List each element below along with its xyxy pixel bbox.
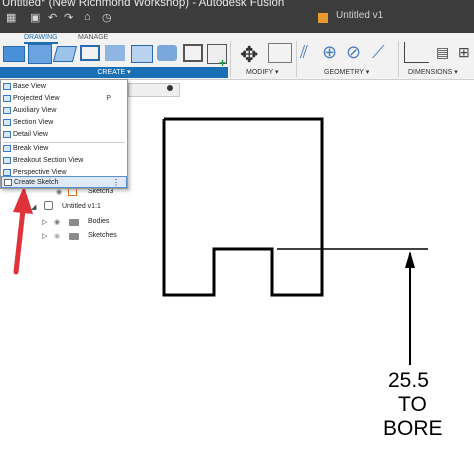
menu-item-label: Create Sketch <box>14 179 59 186</box>
menu-item-break-view[interactable]: Break View <box>1 143 127 155</box>
menu-item-label: Break View <box>13 145 49 152</box>
annotation-line-2: TO <box>398 393 427 416</box>
create-sketch-icon <box>4 179 12 186</box>
folder-icon <box>69 233 79 240</box>
menu-item-shortcut: P <box>106 95 111 102</box>
eye-icon[interactable]: ◉ <box>54 232 60 240</box>
menu-item-auxiliary-view[interactable]: Auxiliary View <box>1 105 127 117</box>
part-outline <box>162 117 324 297</box>
menu-item-base-view[interactable]: Base View <box>1 81 127 93</box>
menu-item-detail-view[interactable]: Detail View <box>1 129 127 141</box>
component-icon <box>44 201 53 210</box>
browser-sketches-folder[interactable]: Sketches <box>88 232 117 239</box>
eye-icon[interactable]: ◉ <box>54 218 60 226</box>
red-arrowhead <box>13 186 33 214</box>
menu-item-section-view[interactable]: Section View <box>1 117 127 129</box>
projected-view-icon <box>3 95 11 102</box>
breakout-section-icon <box>3 157 11 164</box>
expand-triangle-icon[interactable]: ◢ <box>31 203 36 211</box>
break-view-icon <box>3 145 11 152</box>
annotation-line-1: 25.5 <box>388 369 429 392</box>
expand-triangle-icon[interactable]: ▷ <box>42 232 47 240</box>
menu-item-breakout-section-view[interactable]: Breakout Section View <box>1 155 127 167</box>
menu-item-label: Base View <box>13 83 46 90</box>
browser-component-item[interactable]: Untitled v1:1 <box>62 203 101 210</box>
folder-icon <box>69 219 79 226</box>
menu-item-label: Breakout Section View <box>13 157 84 164</box>
red-pointer-arrow <box>13 207 26 275</box>
menu-item-create-sketch[interactable]: Create Sketch ⋮ <box>1 176 127 188</box>
menu-item-label: Detail View <box>13 131 48 138</box>
menu-item-label: Auxiliary View <box>13 107 57 114</box>
annotation-line-3: BORE <box>383 417 443 440</box>
section-view-icon <box>3 119 11 126</box>
menu-item-projected-view[interactable]: Projected View P <box>1 93 127 105</box>
menu-item-label: Section View <box>13 119 54 126</box>
create-dropdown-menu: Base View Projected View P Auxiliary View… <box>0 79 128 189</box>
arrowhead <box>405 251 415 268</box>
auxiliary-view-icon <box>3 107 11 114</box>
menu-item-label: Projected View <box>13 95 60 102</box>
perspective-view-icon <box>3 169 11 176</box>
base-view-icon <box>3 83 11 90</box>
browser-sketch-item[interactable]: Sketch3 <box>88 188 113 195</box>
expand-triangle-icon[interactable]: ▷ <box>42 218 47 226</box>
detail-view-icon <box>3 131 11 138</box>
browser-bodies-folder[interactable]: Bodies <box>88 218 109 225</box>
eye-icon[interactable]: ◉ <box>56 188 62 196</box>
more-options-icon[interactable]: ⋮ <box>112 177 120 189</box>
